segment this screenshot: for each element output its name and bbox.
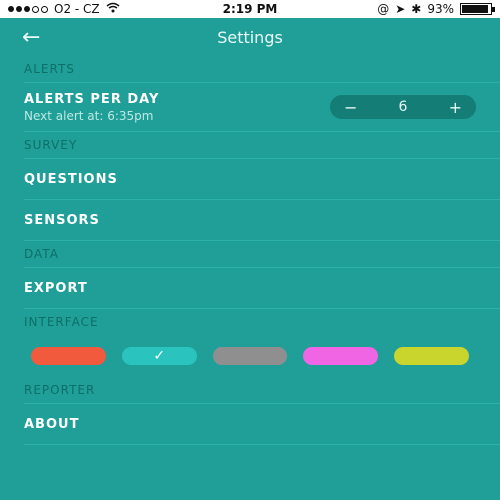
alerts-per-day-value: 6 — [398, 99, 408, 115]
signal-icon — [8, 5, 48, 13]
section-header-survey: SURVEY — [24, 138, 78, 152]
signal-bar — [32, 5, 39, 13]
status-bar: O2 - CZ 2:19 PM @ ➤ ✱ 93% — [0, 0, 500, 18]
signal-bar — [24, 5, 30, 12]
alerts-text: ALERTS PER DAY Next alert at: 6:35pm — [24, 92, 159, 123]
color-swatch-orange[interactable] — [31, 347, 106, 365]
status-left: O2 - CZ — [8, 2, 120, 16]
nav-bar: ← Settings — [0, 18, 500, 56]
section-header-reporter: REPORTER — [24, 383, 96, 397]
divider — [24, 444, 500, 445]
bluetooth-icon: ✱ — [411, 2, 422, 16]
settings-item-about[interactable]: ABOUT — [0, 404, 500, 444]
section-header-data: DATA — [24, 247, 59, 261]
signal-bar — [8, 5, 14, 12]
status-right: @ ➤ ✱ 93% — [377, 2, 495, 16]
battery-percent: 93% — [427, 2, 454, 16]
about-label: ABOUT — [24, 416, 80, 432]
settings-item-questions[interactable]: QUESTIONS — [0, 159, 500, 199]
rotation-lock-icon: @ — [377, 2, 390, 16]
settings-item-sensors[interactable]: SENSORS — [0, 200, 500, 240]
alerts-per-day-stepper[interactable]: − 6 + — [330, 95, 476, 119]
next-alert-text: Next alert at: 6:35pm — [24, 108, 154, 123]
color-swatch-lime[interactable] — [394, 347, 469, 365]
increment-button[interactable]: + — [449, 98, 462, 117]
signal-bar — [16, 5, 22, 12]
wifi-icon — [106, 2, 120, 16]
section-header-interface: INTERFACE — [24, 315, 99, 329]
alerts-per-day-row: ALERTS PER DAY Next alert at: 6:35pm − 6… — [0, 83, 500, 131]
signal-bar — [41, 5, 48, 13]
color-theme-picker: ✓ — [0, 335, 500, 377]
page-title: Settings — [217, 27, 283, 47]
check-icon: ✓ — [153, 348, 166, 364]
battery-icon — [460, 3, 495, 15]
carrier-name: O2 - CZ — [54, 2, 100, 16]
color-swatch-pink[interactable] — [303, 347, 379, 365]
color-swatch-gray[interactable] — [212, 347, 288, 365]
color-swatch-teal[interactable]: ✓ — [121, 347, 197, 365]
battery-fill — [462, 5, 489, 13]
alerts-per-day-label: ALERTS PER DAY — [24, 91, 160, 107]
export-label: EXPORT — [24, 280, 88, 296]
arrow-left-icon[interactable]: ← — [22, 25, 40, 50]
sensors-label: SENSORS — [24, 212, 100, 228]
decrement-button[interactable]: − — [344, 98, 357, 117]
questions-label: QUESTIONS — [24, 171, 118, 187]
settings-item-export[interactable]: EXPORT — [0, 268, 500, 308]
location-icon: ➤ — [395, 2, 406, 16]
section-header-alerts: ALERTS — [24, 62, 75, 76]
